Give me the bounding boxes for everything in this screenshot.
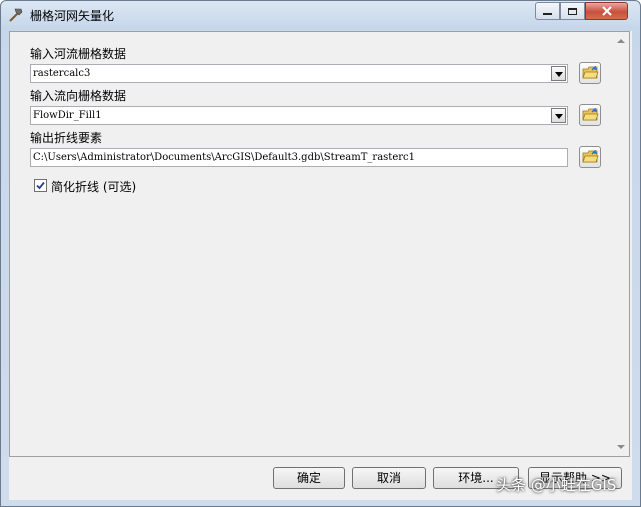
browse-output-button[interactable] xyxy=(579,146,601,168)
cancel-button[interactable]: 取消 xyxy=(352,467,426,489)
river-raster-label: 输入河流栅格数据 xyxy=(30,47,127,61)
browse-flow-dir-button[interactable] xyxy=(579,104,601,126)
open-folder-icon xyxy=(582,66,599,79)
output-polyline-input[interactable]: C:\Users\Administrator\Documents\ArcGIS\… xyxy=(30,148,568,167)
open-folder-icon xyxy=(582,108,599,121)
chevron-down-icon[interactable] xyxy=(551,108,566,123)
window-title: 栅格河网矢量化 xyxy=(30,9,115,23)
output-polyline-value: C:\Users\Administrator\Documents\ArcGIS\… xyxy=(33,152,415,163)
output-polyline-label: 输出折线要素 xyxy=(30,131,103,145)
close-button[interactable] xyxy=(585,2,628,20)
maximize-icon xyxy=(568,7,577,15)
flow-dir-raster-value: FlowDir_Fill1 xyxy=(33,110,102,121)
hammer-icon xyxy=(8,7,24,23)
open-folder-icon xyxy=(582,150,599,163)
parameters-panel: 输入河流栅格数据 rastercalc3 输入流向栅格数据 FlowDir_Fi… xyxy=(9,31,630,457)
river-raster-combobox[interactable]: rastercalc3 xyxy=(30,64,568,83)
checkmark-icon xyxy=(36,181,45,190)
simplify-polylines-checkbox[interactable] xyxy=(34,179,47,192)
tool-dialog-window: 栅格河网矢量化 输入河流栅格数据 rastercalc3 输入流向栅格数据 Fl… xyxy=(0,0,641,507)
close-icon xyxy=(601,6,612,16)
browse-river-raster-button[interactable] xyxy=(579,62,601,84)
flow-dir-raster-label: 输入流向栅格数据 xyxy=(30,89,127,103)
vertical-scrollbar[interactable] xyxy=(614,33,628,455)
scroll-up-icon[interactable] xyxy=(617,39,625,43)
title-bar[interactable]: 栅格河网矢量化 xyxy=(1,1,640,29)
flow-dir-raster-combobox[interactable]: FlowDir_Fill1 xyxy=(30,106,568,125)
ok-button[interactable]: 确定 xyxy=(273,467,345,489)
river-raster-value: rastercalc3 xyxy=(33,68,91,79)
minimize-icon xyxy=(543,13,552,15)
minimize-button[interactable] xyxy=(535,2,560,20)
simplify-polylines-label: 简化折线 (可选) xyxy=(51,180,137,194)
scroll-down-icon[interactable] xyxy=(617,445,625,449)
dialog-client-area: 输入河流栅格数据 rastercalc3 输入流向栅格数据 FlowDir_Fi… xyxy=(9,31,632,500)
chevron-down-icon[interactable] xyxy=(551,66,566,81)
watermark: 头条 @小蛙在GIS xyxy=(496,476,617,494)
maximize-button[interactable] xyxy=(560,2,585,20)
